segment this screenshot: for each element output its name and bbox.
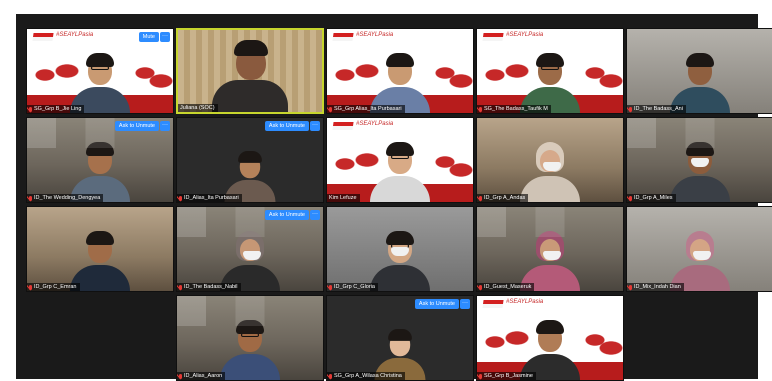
- participant-video: [368, 231, 432, 291]
- flag-logo: [332, 33, 354, 41]
- mic-muted-icon: [179, 284, 182, 290]
- video-tile-14[interactable]: ID_Guest_Maseruk: [476, 206, 624, 292]
- participant-name: ID_Grp A_Miles: [627, 194, 676, 202]
- event-hashtag: #SEAYLPasia: [506, 32, 544, 38]
- event-hashtag: #SEAYLPasia: [506, 299, 544, 305]
- participant-name: SG_Grp B_Jie Ling: [27, 105, 85, 113]
- participant-video: [210, 40, 290, 112]
- mic-muted-icon: [329, 106, 332, 112]
- participant-name: ID_The Wedding_Dengyea: [27, 194, 104, 202]
- participant-name: Juliana (SOC): [178, 104, 218, 112]
- video-tile-10[interactable]: ID_Grp A_Miles: [626, 117, 772, 203]
- video-tile-17[interactable]: Ask to Unmute ··· SG_Grp A_Wilasa Christ…: [326, 295, 474, 381]
- video-tile-9[interactable]: ID_Grp A_Andas: [476, 117, 624, 203]
- mic-muted-icon: [479, 106, 482, 112]
- mic-muted-icon: [329, 284, 332, 290]
- ask-to-unmute-button[interactable]: Ask to Unmute: [414, 299, 459, 309]
- participant-video: [68, 142, 132, 202]
- video-gallery: #SEAYLPasia Mute ··· SG_Grp B_Jie Ling J…: [16, 14, 772, 381]
- flag-logo: [482, 33, 504, 41]
- video-tile-13[interactable]: ID_Grp C_Gloria: [326, 206, 474, 292]
- video-tile-7[interactable]: Ask to Unmute ··· ID_Alias_Ita Purbasari: [176, 117, 324, 203]
- participant-name: SG_Grp B_Jasmine: [477, 372, 536, 380]
- event-hashtag: #SEAYLPasia: [356, 121, 394, 127]
- mic-muted-icon: [629, 106, 632, 112]
- video-tile-18[interactable]: #SEAYLPasia SG_Grp B_Jasmine: [476, 295, 624, 381]
- participant-name: ID_Alias_Aaron: [177, 372, 226, 380]
- participant-name: ID_Grp A_Andas: [477, 194, 529, 202]
- participant-video: [668, 231, 732, 291]
- ask-to-unmute-button[interactable]: Ask to Unmute: [264, 121, 309, 131]
- mic-muted-icon: [629, 284, 632, 290]
- mute-button[interactable]: Mute: [138, 32, 159, 42]
- mic-muted-icon: [29, 106, 32, 112]
- mic-muted-icon: [479, 373, 482, 379]
- flag-logo: [482, 300, 504, 308]
- participant-name: ID_Alias_Ita Purbasari: [177, 194, 242, 202]
- participant-name: SG_Grp Alias_Ita Purbasari: [327, 105, 405, 113]
- ask-to-unmute-button[interactable]: Ask to Unmute: [264, 210, 309, 220]
- participant-video: [218, 320, 282, 380]
- video-tile-3[interactable]: #SEAYLPasia SG_Grp Alias_Ita Purbasari: [326, 28, 474, 114]
- participant-name: ID_Grp C_Emran: [27, 283, 80, 291]
- participant-video: [68, 231, 132, 291]
- mic-muted-icon: [29, 284, 32, 290]
- video-tile-5[interactable]: ID_The Badass_Ani: [626, 28, 772, 114]
- video-tile-15[interactable]: ID_Mix_Indah Dian: [626, 206, 772, 292]
- mic-muted-icon: [179, 195, 182, 201]
- mic-muted-icon: [479, 284, 482, 290]
- participant-video: [218, 231, 282, 291]
- flag-logo: [32, 33, 54, 41]
- participant-name: ID_Mix_Indah Dian: [627, 283, 684, 291]
- participant-name: ID_Grp C_Gloria: [327, 283, 378, 291]
- video-tile-8[interactable]: #SEAYLPasia Kim Lefuze: [326, 117, 474, 203]
- participant-name: SG_Grp A_Wilasa Christina: [327, 372, 405, 380]
- participant-name: ID_The Badass_Ani: [627, 105, 686, 113]
- participant-name: SG_The Badass_Taufik M: [477, 105, 551, 113]
- participant-name: Kim Lefuze: [327, 194, 360, 202]
- participant-video: [68, 53, 132, 113]
- participant-video: [368, 142, 432, 202]
- more-options-icon[interactable]: ···: [310, 210, 320, 220]
- video-tile-6[interactable]: Ask to Unmute ··· ID_The Wedding_Dengyea: [26, 117, 174, 203]
- event-hashtag: #SEAYLPasia: [56, 32, 94, 38]
- mic-muted-icon: [29, 195, 32, 201]
- video-tile-4[interactable]: #SEAYLPasia SG_The Badass_Taufik M: [476, 28, 624, 114]
- participant-video: [668, 142, 732, 202]
- more-options-icon[interactable]: ···: [160, 121, 170, 131]
- more-options-icon[interactable]: ···: [460, 299, 470, 309]
- ask-to-unmute-button[interactable]: Ask to Unmute: [114, 121, 159, 131]
- participant-name: ID_The Badass_Nabil: [177, 283, 241, 291]
- mic-muted-icon: [329, 373, 332, 379]
- participant-name: ID_Guest_Maseruk: [477, 283, 535, 291]
- mic-muted-icon: [629, 195, 632, 201]
- participant-video: [368, 53, 432, 113]
- mic-muted-icon: [479, 195, 482, 201]
- video-tile-12[interactable]: Ask to Unmute ··· ID_The Badass_Nabil: [176, 206, 324, 292]
- event-hashtag: #SEAYLPasia: [356, 32, 394, 38]
- participant-video: [518, 53, 582, 113]
- video-tile-1[interactable]: #SEAYLPasia Mute ··· SG_Grp B_Jie Ling: [26, 28, 174, 114]
- video-tile-11[interactable]: ID_Grp C_Emran: [26, 206, 174, 292]
- participant-video: [518, 320, 582, 380]
- more-options-icon[interactable]: ···: [160, 32, 170, 42]
- flag-logo: [332, 122, 354, 130]
- participant-video: [518, 231, 582, 291]
- more-options-icon[interactable]: ···: [310, 121, 320, 131]
- participant-video: [518, 142, 582, 202]
- mic-muted-icon: [179, 373, 182, 379]
- video-tile-2-active-speaker[interactable]: Juliana (SOC): [176, 28, 324, 114]
- participant-video: [668, 53, 732, 113]
- video-tile-16[interactable]: ID_Alias_Aaron: [176, 295, 324, 381]
